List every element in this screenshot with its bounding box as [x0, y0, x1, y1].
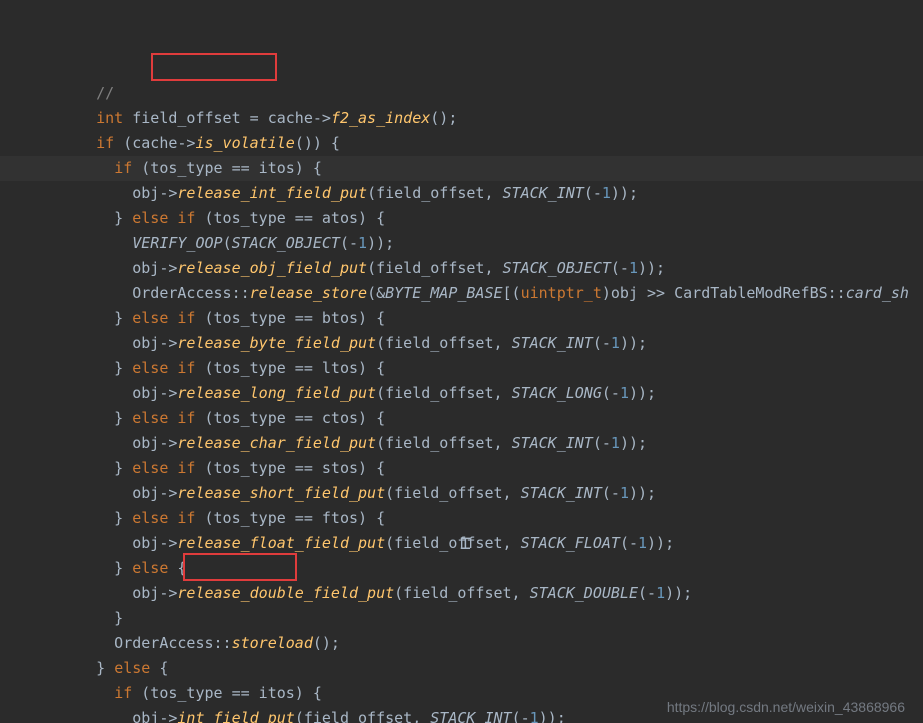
code-lines: // int field_offset = cache->f2_as_index… [0, 81, 923, 723]
code-line: // [0, 81, 923, 106]
code-line: VERIFY_OOP(STACK_OBJECT(-1)); [0, 231, 923, 256]
text-cursor-icon: ⌶ [460, 531, 461, 549]
code-line: OrderAccess::storeload(); [0, 631, 923, 656]
watermark-label: https://blog.csdn.net/weixin_43868966 [667, 699, 905, 715]
code-line: } else if (tos_type == ltos) { [0, 356, 923, 381]
code-line: obj->release_int_field_put(field_offset,… [0, 181, 923, 206]
code-line: } else if (tos_type == ctos) { [0, 406, 923, 431]
code-line: } else if (tos_type == atos) { [0, 206, 923, 231]
code-line: obj->release_char_field_put(field_offset… [0, 431, 923, 456]
code-line: obj->release_obj_field_put(field_offset,… [0, 256, 923, 281]
annotation-box-is-volatile [151, 53, 277, 81]
code-line: } else if (tos_type == ftos) { [0, 506, 923, 531]
code-editor: // int field_offset = cache->f2_as_index… [0, 0, 923, 723]
code-line: int field_offset = cache->f2_as_index(); [0, 106, 923, 131]
code-line: } else if (tos_type == btos) { [0, 306, 923, 331]
code-line: if (cache->is_volatile()) { [0, 131, 923, 156]
code-line: obj->release_byte_field_put(field_offset… [0, 331, 923, 356]
code-line: OrderAccess::release_store(&BYTE_MAP_BAS… [0, 281, 923, 306]
code-line: } else if (tos_type == stos) { [0, 456, 923, 481]
code-line: } [0, 606, 923, 631]
code-line: } else { [0, 656, 923, 681]
annotation-box-storeload [183, 553, 297, 581]
code-line: obj->release_short_field_put(field_offse… [0, 481, 923, 506]
code-line: } else { [0, 556, 923, 581]
code-line: obj->release_double_field_put(field_offs… [0, 581, 923, 606]
code-line: obj->release_long_field_put(field_offset… [0, 381, 923, 406]
code-line: if (tos_type == itos) { [0, 156, 923, 181]
